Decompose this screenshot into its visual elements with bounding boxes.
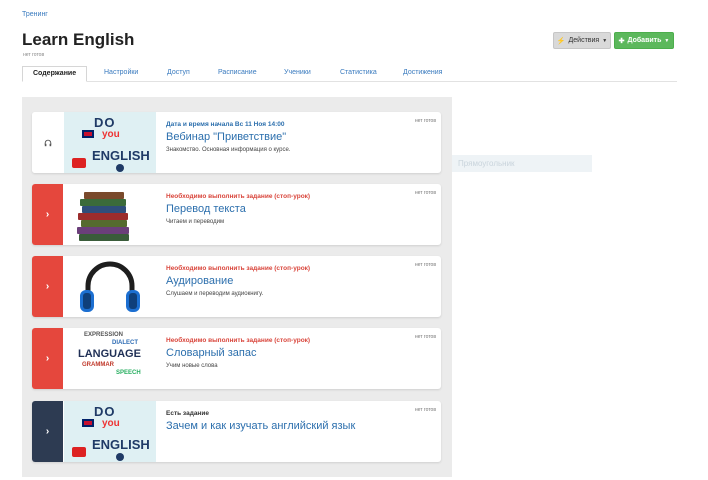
actions-button-label: Действия bbox=[568, 37, 600, 44]
lesson-card[interactable]: › Необходимо выполнить задание (стоп-уро… bbox=[32, 256, 441, 317]
thumb-text-do: DO bbox=[94, 115, 116, 130]
lesson-card[interactable]: › Необходимо выполнить задание (стоп-уро… bbox=[32, 184, 441, 245]
page-title: Learn English bbox=[22, 30, 135, 49]
question-bubble-icon bbox=[116, 164, 124, 172]
headphones-icon bbox=[44, 139, 51, 146]
tab-achievements[interactable]: Достижения bbox=[403, 66, 442, 82]
lesson-meta: Необходимо выполнить задание (стоп-урок) bbox=[166, 265, 311, 272]
lesson-status: нет готов bbox=[414, 190, 436, 196]
lesson-card[interactable]: › EXPRESSION DIALECT LANGUAGE GRAMMAR SP… bbox=[32, 328, 441, 389]
breadcrumb[interactable]: Тренинг bbox=[22, 11, 48, 18]
lesson-description: Знакомство. Основная информация о курсе. bbox=[166, 147, 291, 153]
lesson-meta: Дата и время начала Вс 11 Ноя 14:00 bbox=[166, 121, 285, 128]
lesson-title[interactable]: Зачем и как изучать английский язык bbox=[166, 420, 355, 432]
tab-bar: Содержание Настройки Доступ Расписание У… bbox=[22, 66, 677, 82]
uk-flag-icon bbox=[82, 419, 94, 427]
lesson-card[interactable]: › DO you ENGLISH Есть задание Зачем и ка… bbox=[32, 401, 441, 462]
add-button[interactable]: ✚ Добавить ▼ bbox=[614, 32, 674, 49]
bus-icon bbox=[72, 447, 86, 457]
thumb-text-english: ENGLISH bbox=[92, 437, 150, 452]
chevron-right-icon: › bbox=[45, 209, 50, 220]
lesson-description: Учим новые слова bbox=[166, 363, 218, 369]
chevron-right-icon: › bbox=[45, 353, 50, 364]
lesson-meta: Есть задание bbox=[166, 410, 209, 417]
bus-icon bbox=[72, 158, 86, 168]
thumb-text-you: you bbox=[102, 418, 120, 429]
lesson-thumbnail: DO you ENGLISH bbox=[64, 401, 156, 462]
language-word-cloud-image: EXPRESSION DIALECT LANGUAGE GRAMMAR SPEE… bbox=[64, 328, 156, 389]
plus-icon: ✚ bbox=[618, 37, 625, 45]
lesson-status: нет готов bbox=[414, 262, 436, 268]
lesson-meta: Необходимо выполнить задание (стоп-урок) bbox=[166, 193, 311, 200]
tooltip: Прямоугольник bbox=[434, 155, 592, 172]
question-bubble-icon bbox=[116, 453, 124, 461]
actions-button[interactable]: ⚡ Действия ▼ bbox=[553, 32, 611, 49]
lightning-icon: ⚡ bbox=[556, 37, 566, 45]
caret-down-icon: ▼ bbox=[664, 37, 670, 44]
thumb-text-you: you bbox=[102, 129, 120, 140]
thumb-text-english: ENGLISH bbox=[92, 148, 150, 163]
lesson-status: нет готов bbox=[414, 334, 436, 340]
thumb-text-do: DO bbox=[94, 404, 116, 419]
lesson-status: нет готов bbox=[414, 118, 436, 124]
lesson-side-strip: › bbox=[32, 401, 63, 462]
lesson-side-strip bbox=[32, 112, 63, 173]
lesson-title[interactable]: Перевод текста bbox=[166, 203, 246, 215]
tab-access[interactable]: Доступ bbox=[167, 66, 190, 82]
lesson-thumbnail: DO you ENGLISH bbox=[64, 112, 156, 173]
lesson-title[interactable]: Аудирование bbox=[166, 275, 233, 287]
lesson-thumbnail: EXPRESSION DIALECT LANGUAGE GRAMMAR SPEE… bbox=[64, 328, 156, 389]
lesson-description: Слушаем и переводим аудиокнигу. bbox=[166, 291, 264, 297]
chevron-right-icon: › bbox=[45, 281, 50, 292]
lesson-title[interactable]: Словарный запас bbox=[166, 347, 256, 359]
lesson-side-strip: › bbox=[32, 256, 63, 317]
uk-flag-icon bbox=[82, 130, 94, 138]
lesson-status: нет готов bbox=[414, 407, 436, 413]
lessons-panel: DO you ENGLISH Дата и время начала Вс 11… bbox=[22, 97, 452, 477]
lesson-meta: Необходимо выполнить задание (стоп-урок) bbox=[166, 337, 311, 344]
tab-schedule[interactable]: Расписание bbox=[218, 66, 257, 82]
caret-down-icon: ▼ bbox=[602, 37, 608, 44]
lesson-side-strip: › bbox=[32, 328, 63, 389]
tab-settings[interactable]: Настройки bbox=[104, 66, 138, 82]
books-image bbox=[64, 184, 156, 245]
lesson-thumbnail bbox=[64, 184, 156, 245]
tab-students[interactable]: Ученики bbox=[284, 66, 311, 82]
lesson-title[interactable]: Вебинар "Приветствие" bbox=[166, 131, 286, 143]
lesson-description: Читаем и переводим bbox=[166, 219, 225, 225]
page-status: нет готов bbox=[23, 52, 45, 58]
add-button-label: Добавить bbox=[627, 37, 662, 44]
tab-content[interactable]: Содержание bbox=[22, 66, 88, 82]
headphones-image bbox=[64, 256, 156, 317]
tab-statistics[interactable]: Статистика bbox=[340, 66, 377, 82]
lesson-side-strip: › bbox=[32, 184, 63, 245]
lesson-card[interactable]: DO you ENGLISH Дата и время начала Вс 11… bbox=[32, 112, 441, 173]
chevron-right-icon: › bbox=[45, 426, 50, 437]
lesson-thumbnail bbox=[64, 256, 156, 317]
